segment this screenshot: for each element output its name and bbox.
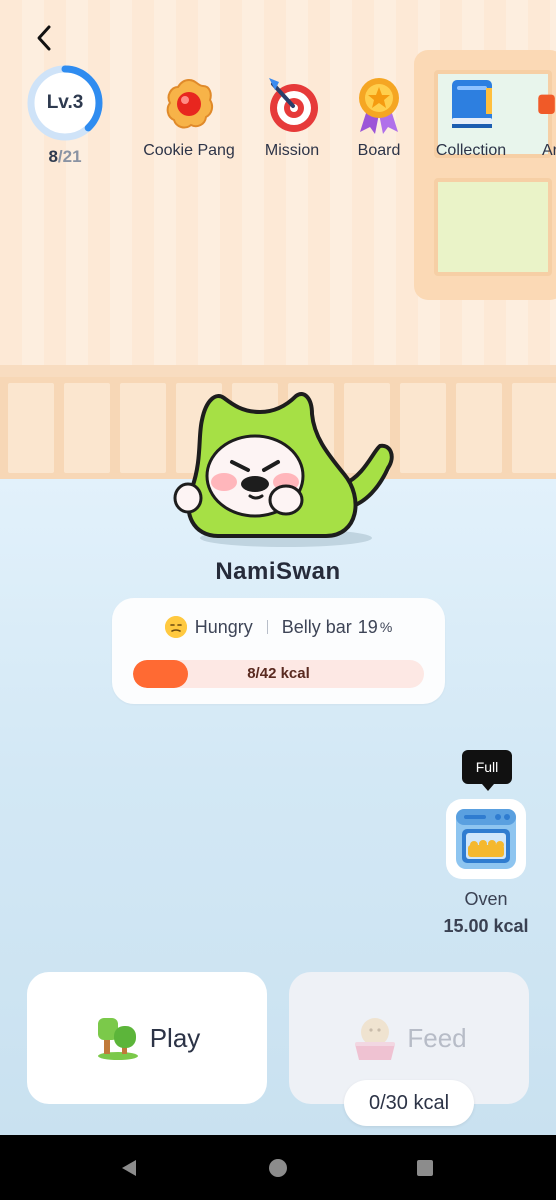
level-badge[interactable]: Lv.3 (26, 64, 104, 142)
menu-label: Cookie Pang (143, 142, 235, 159)
kcal-progress-text: 8/42 kcal (247, 665, 310, 682)
play-button[interactable]: Play (27, 972, 267, 1104)
status-card: Hungry Belly bar 19% 8/42 kcal (112, 598, 445, 704)
menu-mission[interactable]: Mission (256, 74, 328, 160)
nav-home-button[interactable] (263, 1153, 293, 1183)
menu-board[interactable]: Board (348, 74, 410, 160)
menu-label: Ar (542, 142, 556, 159)
target-icon (269, 78, 318, 132)
belly-value: 19 (357, 616, 378, 637)
menu-ar[interactable]: Ar (530, 74, 556, 160)
menu-collection[interactable]: Collection (430, 74, 512, 160)
oven-icon (456, 809, 516, 869)
system-nav-bar (0, 1135, 556, 1200)
kcal-progress-bar: 8/42 kcal (133, 660, 424, 688)
menu-label: Board (357, 142, 401, 159)
circle-home-icon (269, 1159, 287, 1177)
menu-label: Mission (264, 142, 320, 159)
oven-label: Oven (464, 889, 508, 909)
triangle-back-icon (122, 1160, 136, 1176)
nav-recents-button[interactable] (410, 1153, 440, 1183)
pet-name: NamiSwan (215, 558, 341, 585)
belly-unit: % (379, 619, 393, 635)
status-row: Hungry Belly bar 19% (112, 616, 445, 638)
xp-total: /21 (57, 147, 82, 166)
feed-kcal-pill: 0/30 kcal (344, 1080, 474, 1126)
medal-icon (359, 78, 399, 134)
sad-face-icon (164, 616, 187, 638)
partial-icon (538, 94, 555, 114)
mood-text: Hungry (194, 616, 253, 637)
cookie-icon (166, 78, 214, 129)
game-scene: Lv.3 8/21 Cookie Pang Mission Board Coll… (0, 0, 556, 1135)
nav-back-button[interactable] (114, 1153, 144, 1183)
book-icon (452, 80, 492, 128)
square-recents-icon (417, 1160, 433, 1176)
menu-cookie-pang[interactable]: Cookie Pang (140, 74, 238, 160)
wall-molding (0, 365, 556, 377)
xp-current: 8 (48, 147, 58, 166)
back-button[interactable] (24, 18, 64, 58)
xp-counter: 8/21 (26, 147, 104, 167)
tree-icon (97, 1018, 138, 1060)
level-label: Lv.3 (46, 92, 84, 113)
oven-info: Oven 15.00 kcal (436, 886, 536, 940)
belly-label: Belly bar (281, 616, 352, 637)
food-bowl-icon (355, 1018, 396, 1060)
chevron-left-icon (37, 25, 51, 51)
play-label: Play (149, 1022, 201, 1053)
oven-tooltip: Full (462, 750, 512, 791)
divider (266, 620, 268, 634)
feed-label: Feed (407, 1022, 467, 1053)
oven-button[interactable] (446, 799, 526, 879)
pet-character[interactable] (168, 388, 404, 548)
menu-label: Collection (435, 142, 507, 159)
oven-kcal: 15.00 kcal (443, 916, 529, 936)
